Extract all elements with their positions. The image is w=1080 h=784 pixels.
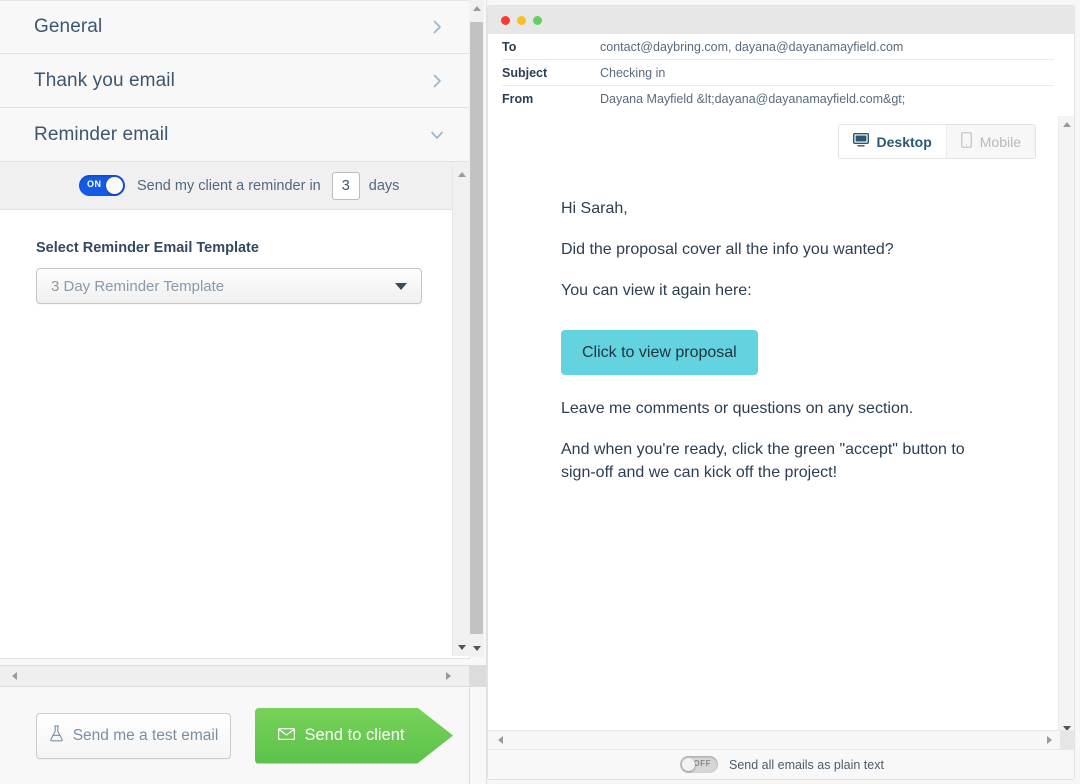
email-body: Hi Sarah, Did the proposal cover all the… — [488, 159, 1074, 484]
email-greeting: Hi Sarah, — [561, 197, 981, 220]
meta-key-from: From — [502, 92, 600, 106]
send-test-email-button[interactable]: Send me a test email — [36, 713, 231, 759]
meta-value-from: Dayana Mayfield &lt;dayana@dayanamayfiel… — [600, 92, 905, 106]
reminder-toggle-region: ON Send my client a reminder in days — [0, 162, 469, 210]
settings-panel-vertical-scrollbar[interactable] — [469, 0, 484, 657]
envelope-icon — [278, 726, 295, 745]
toggle-knob — [682, 758, 695, 771]
settings-panel-horizontal-scrollbar[interactable] — [0, 665, 470, 687]
reminder-template-selected-value: 3 Day Reminder Template — [51, 278, 395, 295]
device-tab-desktop[interactable]: Desktop — [839, 125, 946, 158]
email-line-1: Did the proposal cover all the info you … — [561, 238, 981, 261]
reminder-template-select[interactable]: 3 Day Reminder Template — [36, 268, 422, 304]
send-to-client-label: Send to client — [305, 726, 431, 745]
meta-value-to: contact@daybring.com, dayana@dayanamayfi… — [600, 40, 903, 54]
device-tab-mobile[interactable]: Mobile — [946, 125, 1035, 158]
preview-window-titlebar — [488, 6, 1074, 34]
accordion-label-reminder-email: Reminder email — [34, 124, 429, 146]
template-select-label: Select Reminder Email Template — [36, 240, 469, 256]
accordion-label-thank-you-email: Thank you email — [34, 70, 429, 92]
plain-text-toggle[interactable]: OFF — [680, 756, 718, 773]
window-close-dot[interactable] — [501, 16, 510, 25]
scroll-left-icon[interactable] — [4, 666, 24, 686]
settings-accordion: General Thank you email Reminder email — [0, 0, 470, 659]
email-preview-vertical-scrollbar[interactable] — [1058, 116, 1074, 736]
settings-panel: General Thank you email Reminder email — [0, 0, 487, 784]
email-meta-row-from: From Dayana Mayfield &lt;dayana@dayanama… — [502, 86, 1054, 112]
accordion-label-general: General — [34, 16, 429, 38]
scroll-up-icon[interactable] — [469, 0, 484, 17]
plain-text-label: Send all emails as plain text — [729, 758, 884, 772]
flask-icon — [49, 725, 64, 747]
reminder-toggle-text: Send my client a reminder in — [137, 178, 321, 194]
plain-text-toggle-state-label: OFF — [694, 759, 712, 768]
accordion-section-thank-you-email[interactable]: Thank you email — [0, 54, 469, 108]
view-proposal-cta-button[interactable]: Click to view proposal — [561, 330, 758, 375]
scroll-up-icon[interactable] — [1059, 116, 1074, 132]
accordion-section-reminder-email[interactable]: Reminder email — [0, 108, 469, 162]
email-preview-panel: To contact@daybring.com, dayana@dayanama… — [487, 5, 1075, 780]
chevron-down-icon — [429, 127, 445, 143]
window-minimize-dot[interactable] — [517, 16, 526, 25]
email-line-3: Leave me comments or questions on any se… — [561, 397, 981, 420]
device-preview-bar: Desktop Mobile — [488, 112, 1074, 159]
email-line-2: You can view it again here: — [561, 279, 981, 302]
meta-key-to: To — [502, 40, 600, 54]
window-maximize-dot[interactable] — [533, 16, 542, 25]
send-to-client-button[interactable]: Send to client — [255, 708, 453, 764]
scrollbar-corner — [469, 665, 486, 687]
toggle-knob — [106, 177, 123, 194]
reminder-toggle-state-label: ON — [87, 179, 102, 189]
meta-value-subject: Checking in — [600, 66, 665, 80]
device-toggle-group: Desktop Mobile — [838, 124, 1036, 159]
scroll-right-icon[interactable] — [438, 666, 458, 686]
settings-action-bar: Send me a test email Send to client — [0, 687, 470, 784]
chevron-right-icon — [429, 19, 445, 35]
chevron-right-icon — [429, 73, 445, 89]
accordion-section-general[interactable]: General — [0, 0, 469, 54]
reminder-pane-vertical-scrollbar[interactable] — [452, 166, 469, 656]
scroll-down-icon[interactable] — [469, 640, 484, 657]
device-tab-desktop-label: Desktop — [877, 134, 932, 150]
send-test-email-label: Send me a test email — [73, 727, 219, 745]
reminder-toggle-row: ON Send my client a reminder in days — [0, 172, 399, 200]
email-meta-row-subject: Subject Checking in — [502, 60, 1054, 86]
chevron-down-icon — [395, 283, 407, 290]
device-tab-mobile-label: Mobile — [980, 134, 1021, 150]
reminder-enabled-toggle[interactable]: ON — [79, 175, 125, 196]
scroll-down-icon[interactable] — [453, 639, 470, 656]
phone-icon — [961, 132, 972, 151]
monitor-icon — [853, 133, 869, 150]
scroll-up-icon[interactable] — [453, 166, 470, 183]
reminder-days-input[interactable] — [332, 172, 360, 200]
email-meta-row-to: To contact@daybring.com, dayana@dayanama… — [502, 34, 1054, 60]
scroll-left-icon[interactable] — [491, 731, 509, 749]
scrollbar-thumb[interactable] — [470, 22, 483, 634]
reminder-days-unit: days — [369, 178, 400, 194]
email-preview-horizontal-scrollbar[interactable] — [488, 730, 1075, 750]
template-section: Select Reminder Email Template 3 Day Rem… — [0, 210, 469, 659]
scroll-right-icon[interactable] — [1040, 731, 1058, 749]
app-root: General Thank you email Reminder email — [0, 0, 1080, 784]
plain-text-bar: OFF Send all emails as plain text — [488, 750, 1075, 779]
email-meta: To contact@daybring.com, dayana@dayanama… — [488, 34, 1074, 112]
email-line-4: And when you're ready, click the green "… — [561, 438, 981, 484]
scrollbar-corner — [1060, 731, 1075, 749]
meta-key-subject: Subject — [502, 66, 600, 80]
